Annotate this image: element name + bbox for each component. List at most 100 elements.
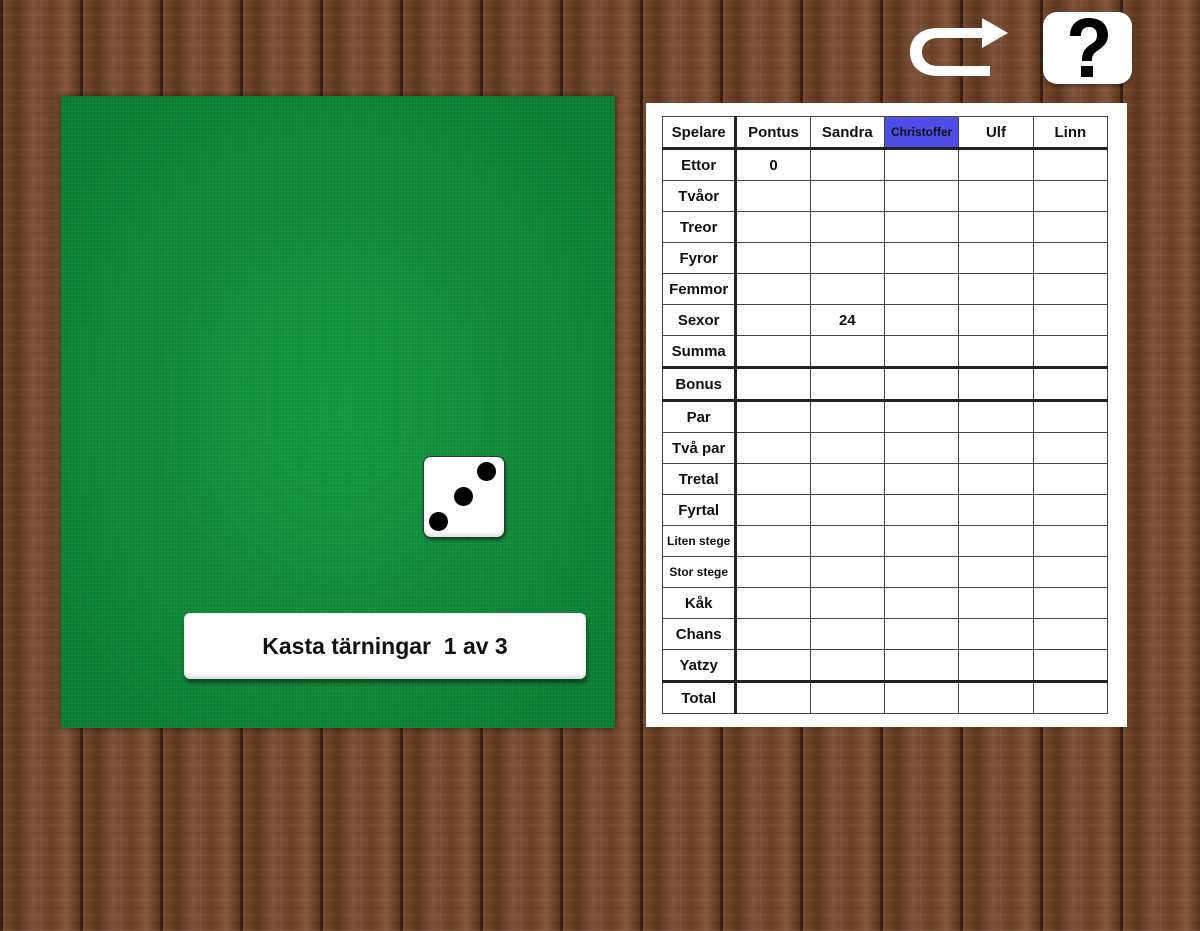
score-cell-linn[interactable] — [1032, 242, 1109, 274]
score-cell-christoffer[interactable] — [883, 432, 960, 464]
score-cell-pontus[interactable] — [735, 432, 811, 464]
score-cell-pontus[interactable] — [735, 587, 811, 619]
score-cell-ulf[interactable] — [958, 273, 1034, 305]
score-cell-linn[interactable] — [1032, 680, 1109, 714]
die-three[interactable] — [423, 456, 505, 538]
score-cell-linn[interactable] — [1032, 399, 1109, 433]
score-cell-linn[interactable] — [1032, 366, 1109, 401]
score-cell-sandra[interactable] — [809, 618, 885, 650]
score-cell-pontus[interactable] — [735, 618, 811, 650]
score-cell-christoffer[interactable] — [883, 463, 960, 495]
score-cell-christoffer[interactable] — [883, 525, 960, 557]
score-row-treor: Treor — [661, 211, 1109, 243]
score-cell-pontus[interactable] — [735, 304, 811, 336]
score-cell-pontus[interactable] — [735, 556, 811, 588]
score-cell-sandra[interactable] — [809, 432, 885, 464]
score-cell-pontus[interactable] — [735, 366, 811, 401]
score-cell-linn[interactable] — [1032, 432, 1109, 464]
score-cell-christoffer[interactable] — [883, 494, 960, 526]
score-cell-linn[interactable] — [1032, 273, 1109, 305]
score-row-stor-stege: Stor stege — [661, 556, 1109, 588]
score-cell-christoffer[interactable] — [883, 148, 960, 181]
score-cell-christoffer[interactable] — [883, 211, 960, 243]
score-cell-pontus[interactable] — [735, 242, 811, 274]
score-cell-christoffer[interactable] — [883, 556, 960, 588]
dice-board: Kasta tärningar 1 av 3 — [61, 96, 615, 728]
score-cell-christoffer[interactable] — [883, 399, 960, 433]
score-cell-ulf[interactable] — [958, 587, 1034, 619]
score-cell-sandra[interactable] — [809, 273, 885, 305]
score-cell-ulf[interactable] — [958, 211, 1034, 243]
score-cell-christoffer[interactable] — [883, 304, 960, 336]
player-name-pontus: Pontus — [735, 116, 811, 150]
score-cell-pontus[interactable] — [735, 463, 811, 495]
score-cell-linn[interactable] — [1032, 556, 1109, 588]
score-cell-sandra[interactable] — [809, 649, 885, 682]
score-cell-christoffer[interactable] — [883, 587, 960, 619]
score-cell-linn[interactable] — [1032, 148, 1109, 181]
score-cell-pontus[interactable] — [735, 180, 811, 212]
score-cell-pontus[interactable] — [735, 399, 811, 433]
score-cell-sandra[interactable]: 24 — [809, 304, 885, 336]
score-cell-sandra[interactable] — [809, 463, 885, 495]
score-cell-pontus[interactable] — [735, 335, 811, 368]
score-cell-ulf[interactable] — [958, 463, 1034, 495]
score-cell-pontus[interactable]: 0 — [735, 148, 811, 181]
undo-button[interactable] — [904, 16, 1012, 82]
score-cell-sandra[interactable] — [809, 525, 885, 557]
score-cell-sandra[interactable] — [809, 680, 885, 714]
score-cell-sandra[interactable] — [809, 494, 885, 526]
score-cell-ulf[interactable] — [958, 432, 1034, 464]
score-cell-sandra[interactable] — [809, 242, 885, 274]
score-cell-sandra[interactable] — [809, 335, 885, 368]
score-cell-christoffer[interactable] — [883, 618, 960, 650]
score-cell-linn[interactable] — [1032, 587, 1109, 619]
score-cell-sandra[interactable] — [809, 211, 885, 243]
score-cell-christoffer[interactable] — [883, 680, 960, 714]
score-cell-ulf[interactable] — [958, 242, 1034, 274]
score-cell-linn[interactable] — [1032, 304, 1109, 336]
score-cell-ulf[interactable] — [958, 366, 1034, 401]
score-cell-pontus[interactable] — [735, 649, 811, 682]
score-cell-ulf[interactable] — [958, 680, 1034, 714]
help-button[interactable] — [1043, 12, 1132, 84]
score-cell-ulf[interactable] — [958, 618, 1034, 650]
score-cell-linn[interactable] — [1032, 180, 1109, 212]
score-cell-ulf[interactable] — [958, 556, 1034, 588]
row-label: Två par — [661, 432, 738, 464]
score-cell-linn[interactable] — [1032, 463, 1109, 495]
score-cell-pontus[interactable] — [735, 680, 811, 714]
score-cell-ulf[interactable] — [958, 399, 1034, 433]
score-cell-sandra[interactable] — [809, 180, 885, 212]
score-cell-pontus[interactable] — [735, 211, 811, 243]
score-cell-pontus[interactable] — [735, 494, 811, 526]
score-cell-linn[interactable] — [1032, 649, 1109, 682]
score-cell-linn[interactable] — [1032, 335, 1109, 368]
score-cell-linn[interactable] — [1032, 211, 1109, 243]
score-cell-sandra[interactable] — [809, 399, 885, 433]
score-cell-christoffer[interactable] — [883, 335, 960, 368]
score-cell-pontus[interactable] — [735, 525, 811, 557]
score-cell-ulf[interactable] — [958, 180, 1034, 212]
score-cell-christoffer[interactable] — [883, 273, 960, 305]
score-cell-ulf[interactable] — [958, 335, 1034, 368]
score-cell-christoffer[interactable] — [883, 649, 960, 682]
row-label: Kåk — [661, 587, 738, 619]
score-cell-christoffer[interactable] — [883, 366, 960, 401]
score-cell-linn[interactable] — [1032, 618, 1109, 650]
score-cell-christoffer[interactable] — [883, 180, 960, 212]
score-cell-sandra[interactable] — [809, 366, 885, 401]
score-cell-ulf[interactable] — [958, 525, 1034, 557]
score-cell-christoffer[interactable] — [883, 242, 960, 274]
score-cell-linn[interactable] — [1032, 494, 1109, 526]
score-cell-linn[interactable] — [1032, 525, 1109, 557]
score-cell-ulf[interactable] — [958, 649, 1034, 682]
score-cell-ulf[interactable] — [958, 494, 1034, 526]
score-cell-pontus[interactable] — [735, 273, 811, 305]
score-cell-ulf[interactable] — [958, 148, 1034, 181]
score-cell-ulf[interactable] — [958, 304, 1034, 336]
roll-dice-button[interactable]: Kasta tärningar 1 av 3 — [184, 613, 586, 679]
score-cell-sandra[interactable] — [809, 587, 885, 619]
score-cell-sandra[interactable] — [809, 148, 885, 181]
score-cell-sandra[interactable] — [809, 556, 885, 588]
